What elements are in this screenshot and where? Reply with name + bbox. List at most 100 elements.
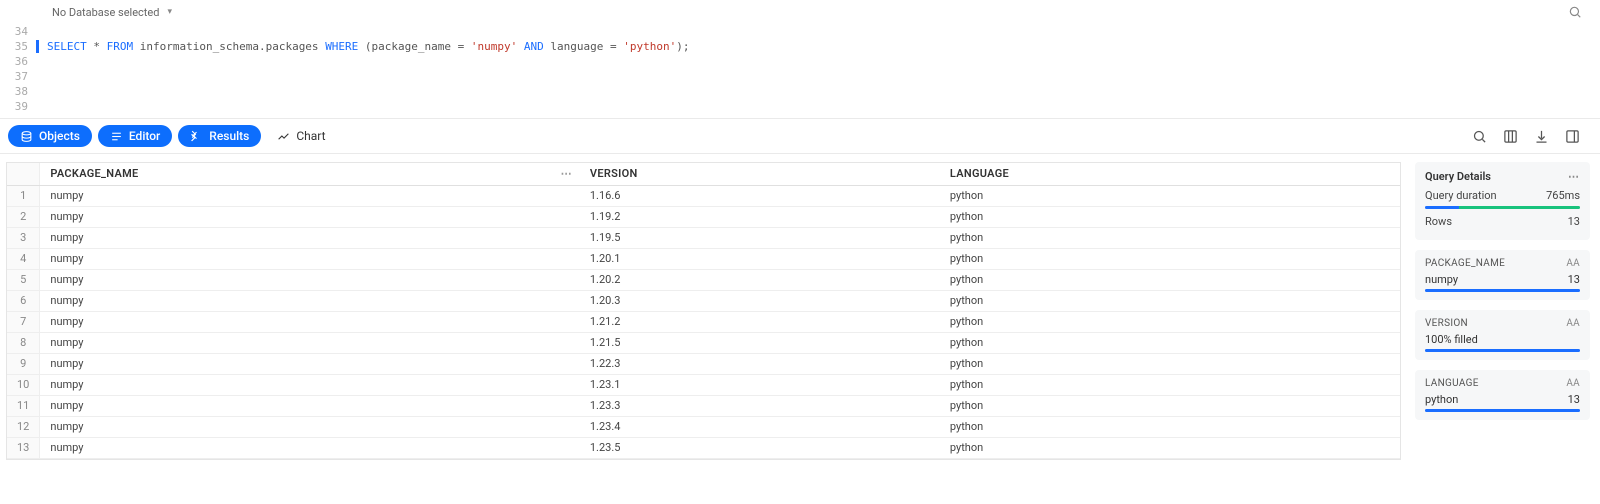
cell-version: 1.23.5	[580, 437, 940, 458]
duration-bar-blue	[1425, 206, 1459, 209]
table-row[interactable]: 4numpy1.20.1python	[7, 248, 1400, 269]
code-line[interactable]	[36, 84, 689, 99]
editor-tab[interactable]: Editor	[98, 125, 172, 147]
cell-version: 1.19.5	[580, 227, 940, 248]
duration-bar	[1425, 206, 1580, 209]
code-line[interactable]	[36, 24, 689, 39]
field-count: 13	[1568, 273, 1580, 286]
cell-version: 1.22.3	[580, 353, 940, 374]
chart-tab-label: Chart	[296, 129, 325, 143]
more-icon[interactable]: ⋯	[1568, 170, 1580, 183]
database-selector[interactable]: No Database selected ▾	[52, 6, 172, 19]
row-number: 8	[7, 332, 40, 353]
language-header[interactable]: LANGUAGE	[940, 163, 1400, 185]
active-line-indicator	[36, 40, 39, 53]
sql-token: FROM	[107, 39, 134, 54]
results-table: PACKAGE_NAME ⋯ VERSION LANGUAGE 1numpy1.…	[6, 162, 1401, 460]
cell-language: python	[940, 416, 1400, 437]
field-name: VERSION	[1425, 318, 1468, 329]
package-name-header[interactable]: PACKAGE_NAME ⋯	[40, 163, 580, 185]
field-stat-card: PACKAGE_NAMEAanumpy13	[1415, 250, 1590, 300]
cell-package-name: numpy	[40, 227, 580, 248]
search-icon[interactable]	[1568, 5, 1582, 19]
search-results-icon[interactable]	[1472, 129, 1487, 144]
field-bar	[1425, 289, 1580, 292]
row-number: 11	[7, 395, 40, 416]
field-value: 100% filled	[1425, 333, 1478, 346]
table-row[interactable]: 10numpy1.23.1python	[7, 374, 1400, 395]
objects-tab[interactable]: Objects	[8, 125, 92, 147]
line-number: 38	[0, 84, 28, 99]
row-number: 7	[7, 311, 40, 332]
row-number: 3	[7, 227, 40, 248]
cell-package-name: numpy	[40, 248, 580, 269]
cell-version: 1.21.2	[580, 311, 940, 332]
database-label: No Database selected	[52, 6, 159, 19]
rows-value: 13	[1568, 215, 1580, 228]
sql-token: SELECT	[47, 39, 87, 54]
cell-language: python	[940, 311, 1400, 332]
table-row[interactable]: 12numpy1.23.4python	[7, 416, 1400, 437]
row-number: 6	[7, 290, 40, 311]
sql-token	[517, 39, 524, 54]
cell-package-name: numpy	[40, 437, 580, 458]
field-bar-fill	[1425, 409, 1580, 412]
code-line[interactable]: SELECT * FROM information_schema.package…	[36, 39, 689, 54]
editor-tab-label: Editor	[129, 129, 160, 143]
panel-toggle-icon[interactable]	[1565, 129, 1580, 144]
cell-package-name: numpy	[40, 185, 580, 206]
row-number: 13	[7, 437, 40, 458]
column-menu-icon[interactable]: ⋯	[561, 164, 572, 184]
table-row[interactable]: 8numpy1.21.5python	[7, 332, 1400, 353]
line-number: 35	[0, 39, 28, 54]
code-line[interactable]	[36, 99, 689, 114]
version-header[interactable]: VERSION	[580, 163, 940, 185]
type-icon: Aa	[1566, 378, 1580, 389]
field-bar	[1425, 349, 1580, 352]
chart-tab[interactable]: Chart	[267, 125, 335, 147]
table-row[interactable]: 1numpy1.16.6python	[7, 185, 1400, 206]
chevron-down-icon: ▾	[167, 7, 172, 17]
rows-label: Rows	[1425, 215, 1452, 228]
cell-language: python	[940, 395, 1400, 416]
field-stat-card: VERSIONAa100% filled	[1415, 310, 1590, 360]
line-number: 37	[0, 69, 28, 84]
table-row[interactable]: 2numpy1.19.2python	[7, 206, 1400, 227]
code-line[interactable]	[36, 54, 689, 69]
row-number: 2	[7, 206, 40, 227]
cell-language: python	[940, 206, 1400, 227]
sql-token: (package_name =	[358, 39, 471, 54]
table-header-row: PACKAGE_NAME ⋯ VERSION LANGUAGE	[7, 163, 1400, 185]
results-tab[interactable]: Results	[178, 125, 261, 147]
field-stat-card: LANGUAGEAapython13	[1415, 370, 1590, 420]
table-row[interactable]: 6numpy1.20.3python	[7, 290, 1400, 311]
table-row[interactable]: 9numpy1.22.3python	[7, 353, 1400, 374]
query-details-title: Query Details	[1425, 170, 1491, 183]
download-icon[interactable]	[1534, 129, 1549, 144]
cell-version: 1.20.3	[580, 290, 940, 311]
cell-package-name: numpy	[40, 353, 580, 374]
table-row[interactable]: 11numpy1.23.3python	[7, 395, 1400, 416]
field-name: LANGUAGE	[1425, 378, 1479, 389]
columns-icon[interactable]	[1503, 129, 1518, 144]
table-row[interactable]: 3numpy1.19.5python	[7, 227, 1400, 248]
sql-editor[interactable]: 343536373839 SELECT * FROM information_s…	[0, 24, 1600, 118]
field-bar-fill	[1425, 289, 1580, 292]
results-tab-label: Results	[209, 129, 249, 143]
sql-token: 'python'	[623, 39, 676, 54]
code-line[interactable]	[36, 69, 689, 84]
row-number: 9	[7, 353, 40, 374]
field-bar	[1425, 409, 1580, 412]
table-row[interactable]: 13numpy1.23.5python	[7, 437, 1400, 458]
package-name-header-label: PACKAGE_NAME	[50, 167, 138, 180]
cell-language: python	[940, 332, 1400, 353]
duration-bar-green	[1459, 206, 1580, 209]
cell-package-name: numpy	[40, 395, 580, 416]
sql-token: information_schema.packages	[133, 39, 325, 54]
cell-package-name: numpy	[40, 269, 580, 290]
line-number: 34	[0, 24, 28, 39]
line-number: 39	[0, 99, 28, 114]
table-row[interactable]: 7numpy1.21.2python	[7, 311, 1400, 332]
table-row[interactable]: 5numpy1.20.2python	[7, 269, 1400, 290]
row-number: 5	[7, 269, 40, 290]
